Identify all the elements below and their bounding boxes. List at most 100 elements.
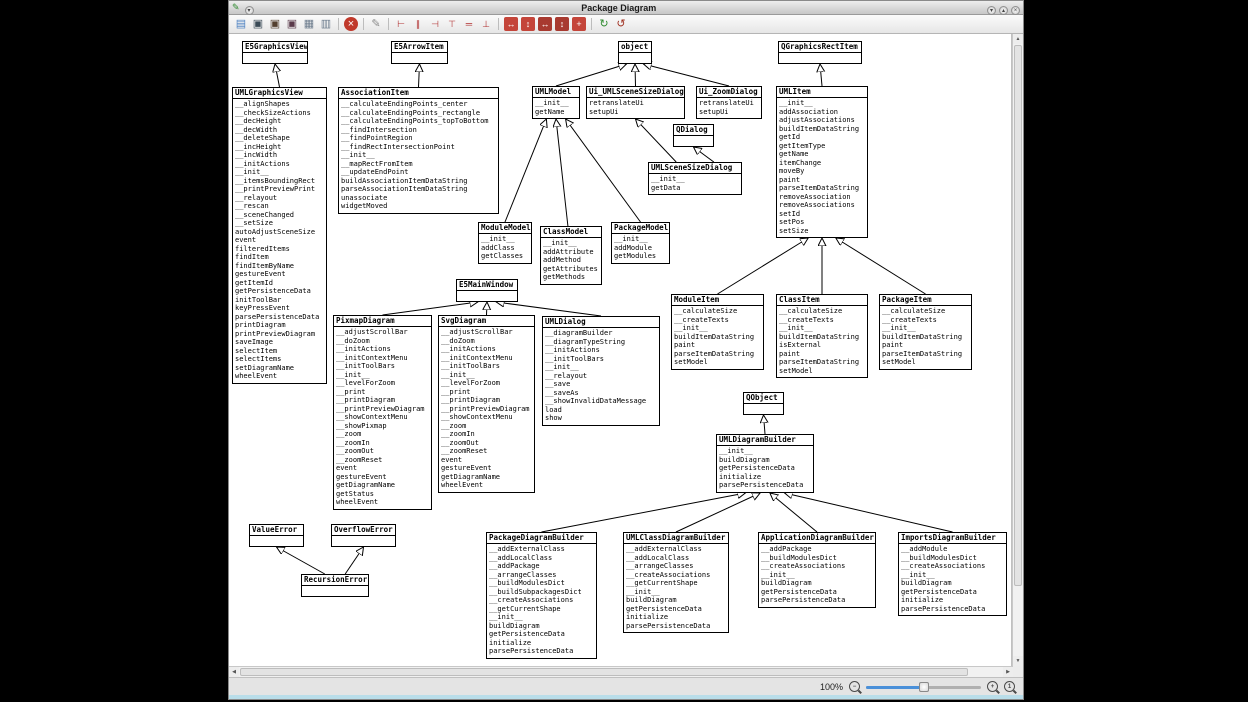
class-box-svgdiagram[interactable]: SvgDiagram__adjustScrollBar__doZoom__ini… — [438, 315, 535, 493]
vertical-scroll-track[interactable] — [1013, 44, 1023, 656]
window-menu-button[interactable]: ▾ — [245, 6, 254, 15]
titlebar[interactable]: ✎ ▾ Package Diagram ▾▴× — [229, 1, 1023, 15]
relayout-icon[interactable]: ↻ — [597, 17, 611, 31]
inheritance-edge — [556, 119, 568, 226]
align-top-icon[interactable]: ⊤ — [445, 17, 459, 31]
zoom-slider-handle[interactable] — [919, 682, 929, 692]
class-box-packageitem[interactable]: PackageItem__calculateSize__createTexts_… — [879, 294, 972, 370]
class-box-importsdiagrambuilder[interactable]: ImportsDiagramBuilder__addModule__buildM… — [898, 532, 1007, 616]
class-name: OverflowError — [332, 525, 395, 536]
align-left-icon[interactable]: ⊢ — [394, 17, 408, 31]
new-window-icon[interactable]: ▤ — [234, 17, 248, 31]
class-method: __sceneChanged — [235, 211, 324, 220]
save-as-icon[interactable]: ▣ — [268, 17, 282, 31]
scroll-right-button[interactable]: ▶ — [1003, 667, 1013, 677]
class-box-umlitem[interactable]: UMLItem__init__addAssociationadjustAssoc… — [776, 86, 868, 238]
class-box-qgraphicsrectitem[interactable]: QGraphicsRectItem — [778, 41, 862, 64]
zoom-slider[interactable] — [866, 681, 981, 693]
inheritance-edge — [542, 493, 746, 532]
horizontal-scrollbar[interactable]: ◀ ▶ — [229, 666, 1013, 677]
class-method-list — [779, 53, 861, 63]
class-box-pixmapdiagram[interactable]: PixmapDiagram__adjustScrollBar__doZoom__… — [333, 315, 432, 510]
save-image-icon[interactable]: ▣ — [285, 17, 299, 31]
align-bottom-icon[interactable]: ⊥ — [479, 17, 493, 31]
class-method: buildItemDataString — [674, 333, 761, 342]
class-box-umldialog[interactable]: UMLDialog__diagramBuilder__diagramTypeSt… — [542, 316, 660, 426]
class-method: parseItemDataString — [882, 350, 969, 359]
class-box-umlgraphicsview[interactable]: UMLGraphicsView__alignShapes__checkSizeA… — [232, 87, 327, 384]
class-name: ClassModel — [541, 227, 601, 238]
save-icon[interactable]: ▣ — [251, 17, 265, 31]
class-box-packagediagrambuilder[interactable]: PackageDiagramBuilder__addExternalClass_… — [486, 532, 597, 659]
class-box-overflowerror[interactable]: OverflowError — [331, 524, 396, 547]
class-box-qdialog[interactable]: QDialog — [673, 124, 714, 147]
class-box-associationitem[interactable]: AssociationItem__calculateEndingPoints_c… — [338, 87, 499, 214]
close-window-button[interactable]: × — [1011, 6, 1020, 15]
class-box-e5graphicsview[interactable]: E5GraphicsView — [242, 41, 308, 64]
class-method: event — [441, 456, 532, 465]
class-box-modulemodel[interactable]: ModuleModel__init__addClassgetClasses — [478, 222, 532, 264]
class-box-umlmodel[interactable]: UMLModel__init__getName — [532, 86, 580, 119]
class-method: __init__ — [779, 324, 865, 333]
class-method-list — [457, 291, 517, 301]
class-name: UMLDiagramBuilder — [717, 435, 813, 446]
vertical-scrollbar[interactable]: ▲ ▼ — [1012, 34, 1023, 666]
align-hcenter-icon[interactable]: ∥ — [411, 17, 425, 31]
paperclip-icon[interactable]: ✎ — [369, 17, 383, 31]
toolbar-separator — [338, 18, 339, 30]
zoom-reset-button[interactable]: 1 — [1004, 681, 1015, 692]
class-box-umlclassdiagrambuilder[interactable]: UMLClassDiagramBuilder__addExternalClass… — [623, 532, 729, 633]
set-size-icon[interactable]: + — [572, 17, 586, 31]
zoom-in-button[interactable]: + — [987, 681, 998, 692]
zoom-out-button[interactable]: − — [849, 681, 860, 692]
class-box-classmodel[interactable]: ClassModel__init__addAttributeaddMethodg… — [540, 226, 602, 285]
class-method: __init__ — [341, 151, 496, 160]
class-box-umlscenesizedialog[interactable]: UMLSceneSizeDialog__init__getData — [648, 162, 742, 195]
horizontal-scroll-thumb[interactable] — [240, 668, 968, 676]
horizontal-scroll-track[interactable] — [239, 667, 1003, 677]
class-method: __saveAs — [545, 389, 657, 398]
print-icon[interactable]: ▦ — [302, 17, 316, 31]
vertical-scroll-thumb[interactable] — [1014, 45, 1022, 586]
class-box-valueerror[interactable]: ValueError — [249, 524, 304, 547]
class-box-e5arrowitem[interactable]: E5ArrowItem — [391, 41, 448, 64]
class-method: __init__ — [882, 324, 969, 333]
decrease-height-icon[interactable]: ↕ — [555, 17, 569, 31]
class-method: event — [336, 464, 429, 473]
class-box-classitem[interactable]: ClassItem__calculateSize__createTexts__i… — [776, 294, 868, 378]
class-method: buildItemDataString — [779, 125, 865, 134]
class-method-list: __calculateEndingPoints_center__calculat… — [339, 99, 498, 213]
scroll-up-button[interactable]: ▲ — [1013, 34, 1023, 44]
class-method: initialize — [489, 639, 594, 648]
class-box-object[interactable]: object — [618, 41, 652, 64]
maximize-button[interactable]: ▴ — [999, 6, 1008, 15]
class-method-list: __init__addAttributeaddMethodgetAttribut… — [541, 238, 601, 284]
class-method: __createTexts — [779, 316, 865, 325]
class-method: filteredItems — [235, 245, 324, 254]
class-box-recursionerror[interactable]: RecursionError — [301, 574, 369, 597]
class-box-applicationdiagrambuilder[interactable]: ApplicationDiagramBuilder__addPackage__b… — [758, 532, 876, 608]
class-box-e5mainwindow[interactable]: E5MainWindow — [456, 279, 518, 302]
class-method: printPreviewDiagram — [235, 330, 324, 339]
scrollbar-corner — [1013, 666, 1023, 676]
print-preview-icon[interactable]: ▥ — [319, 17, 333, 31]
class-box-moduleitem[interactable]: ModuleItem__calculateSize__createTexts__… — [671, 294, 764, 370]
class-method: __relayout — [545, 372, 657, 381]
minimize-button[interactable]: ▾ — [987, 6, 996, 15]
class-box-qobject[interactable]: QObject — [743, 392, 784, 415]
class-box-umldiagrambuilder[interactable]: UMLDiagramBuilder__init__buildDiagramget… — [716, 434, 814, 493]
class-box-ui_zoomdialog[interactable]: Ui_ZoomDialogretranslateUisetupUi — [696, 86, 762, 119]
scroll-down-button[interactable]: ▼ — [1013, 656, 1023, 666]
delete-shapes-icon[interactable]: × — [344, 17, 358, 31]
increase-width-icon[interactable]: ↔ — [504, 17, 518, 31]
class-box-packagemodel[interactable]: PackageModel__init__addModulegetModules — [611, 222, 670, 264]
class-box-ui_umlscenesizedialog[interactable]: Ui_UMLSceneSizeDialogretranslateUisetupU… — [586, 86, 685, 119]
increase-height-icon[interactable]: ↕ — [521, 17, 535, 31]
rescan-icon[interactable]: ↺ — [614, 17, 628, 31]
class-name: UMLModel — [533, 87, 579, 98]
decrease-width-icon[interactable]: ↔ — [538, 17, 552, 31]
scroll-left-button[interactable]: ◀ — [229, 667, 239, 677]
align-right-icon[interactable]: ⊣ — [428, 17, 442, 31]
align-vcenter-icon[interactable]: ═ — [462, 17, 476, 31]
diagram-canvas[interactable]: E5GraphicsView UMLGraphicsView__alignShap… — [229, 34, 1012, 666]
